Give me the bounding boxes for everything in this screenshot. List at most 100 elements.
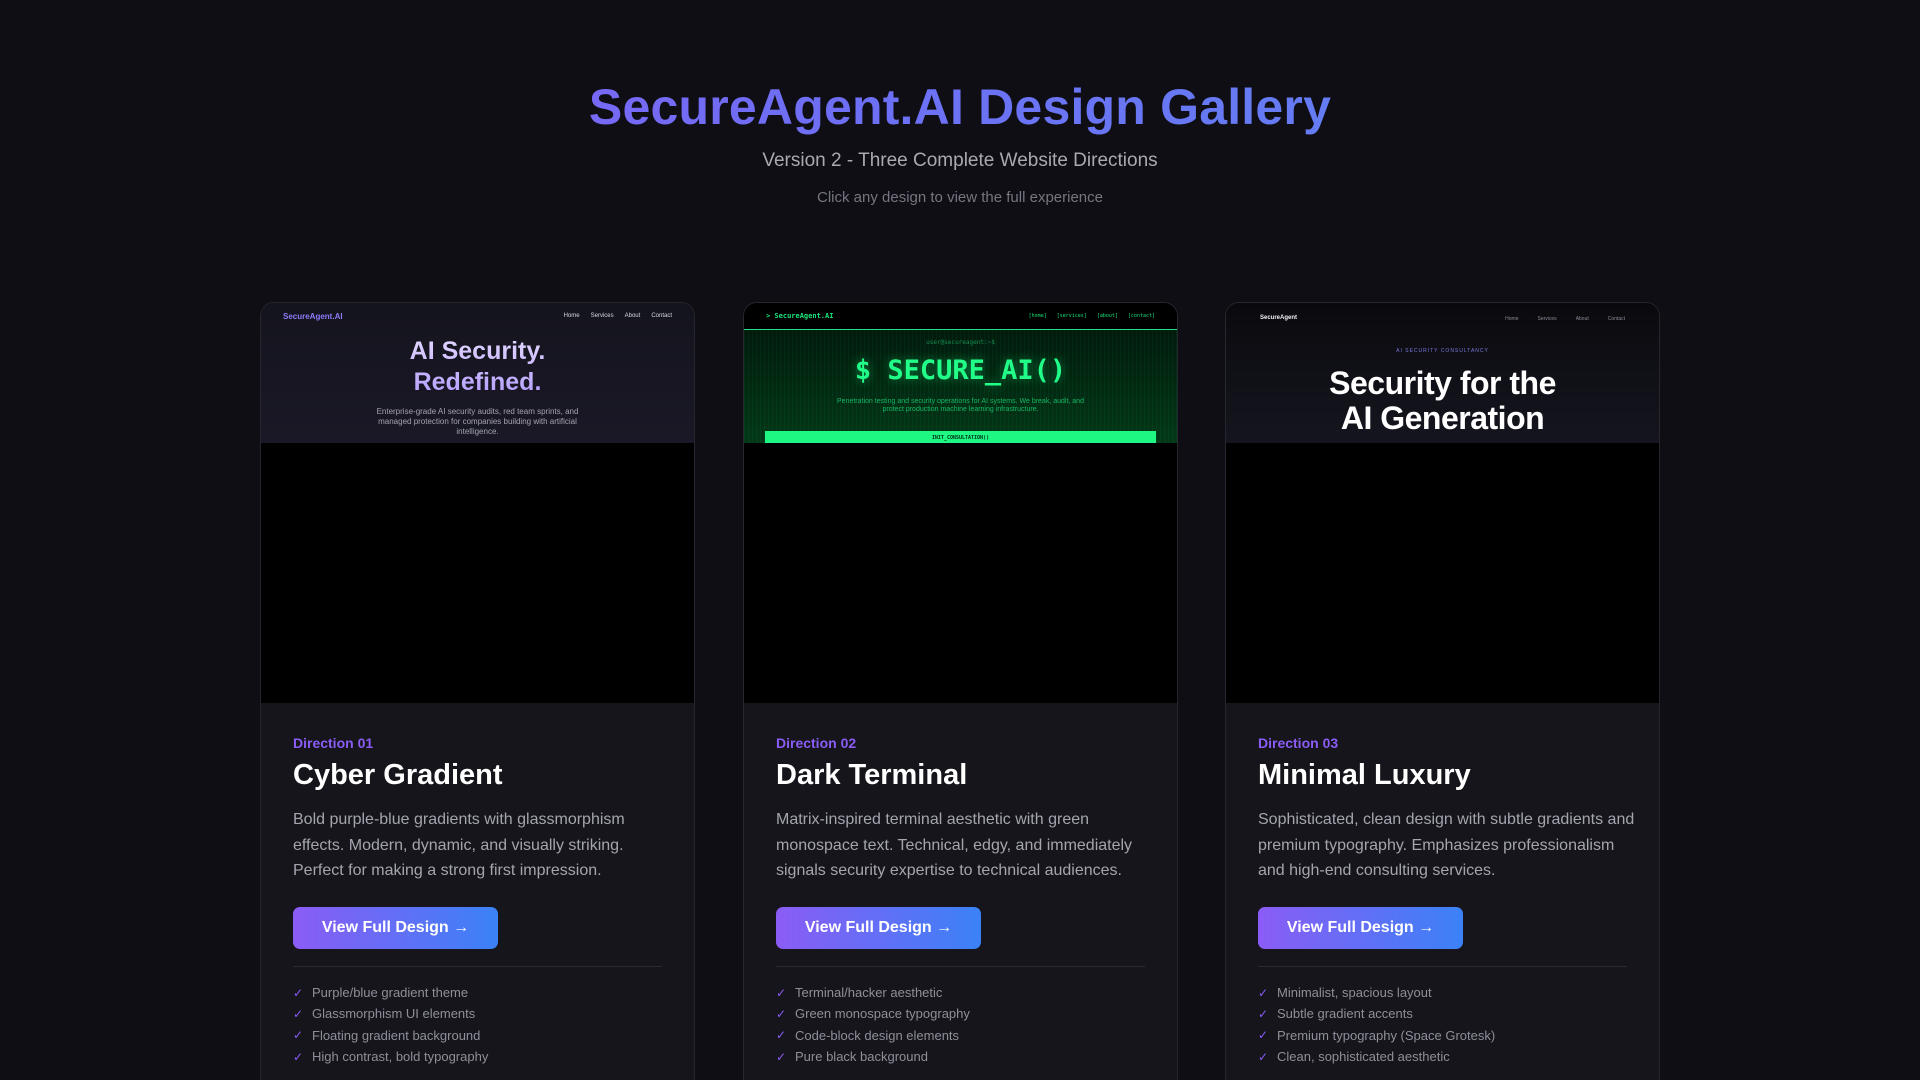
preview-nav-link: [contact] [1127, 313, 1155, 319]
preview-nav-link: Services [590, 313, 614, 319]
view-full-design-button[interactable]: View Full Design → [776, 907, 981, 949]
feature-text: Subtle gradient accents [1277, 1006, 1413, 1022]
preview-nav-link: Home [563, 313, 580, 319]
feature-item: ✓ Subtle gradient accents [1258, 1003, 1627, 1024]
feature-text: Clean, sophisticated aesthetic [1277, 1049, 1450, 1065]
preview-hero-line: AI Security. [409, 337, 546, 365]
check-icon: ✓ [293, 985, 304, 1000]
check-icon: ✓ [1258, 1049, 1269, 1064]
feature-list: ✓ Purple/blue gradient theme ✓ Glassmorphi… [293, 982, 662, 1067]
design-description: Sophisticated, clean design with subtle … [1258, 811, 1635, 879]
preview-nav: > SecureAgent.AI [home] [services] [abou… [744, 303, 1177, 330]
feature-text: High contrast, bold typography [312, 1049, 489, 1065]
divider [776, 966, 1145, 967]
feature-text: Green monospace typography [795, 1006, 970, 1022]
feature-text: Floating gradient background [312, 1027, 481, 1043]
feature-text: Minimalist, spacious layout [1277, 985, 1432, 1001]
design-name: Cyber Gradient [293, 759, 503, 791]
preview-nav-links: Home Services About Contact [564, 313, 672, 319]
preview-terminal-prompt: user@secureagent:~$ [926, 339, 995, 346]
preview-hero-subtitle: Enterprise-grade AI security audits, red… [376, 407, 579, 436]
preview-hero-section: user@secureagent:~$ $ SECURE_AI() Penetr… [744, 330, 1177, 443]
page-subtitle: Version 2 - Three Complete Website Direc… [762, 150, 1158, 171]
divider [293, 966, 662, 967]
preview-logo: SecureAgent [1260, 315, 1298, 321]
direction-label: Direction 02 [776, 735, 857, 751]
feature-text: Pure black background [795, 1049, 928, 1065]
preview-logo: SecureAgent.AI [283, 312, 343, 321]
design-card-cyber-gradient[interactable]: SecureAgent.AI Home Services About Conta… [260, 302, 695, 1080]
check-icon: ✓ [776, 1006, 787, 1021]
design-description: Bold purple-blue gradients with glassmor… [293, 811, 625, 879]
view-full-design-button[interactable]: View Full Design → [293, 907, 498, 949]
design-card-minimal-luxury[interactable]: SecureAgent Home Services About Contact … [1225, 302, 1660, 1080]
feature-text: Purple/blue gradient theme [312, 985, 469, 1001]
design-preview[interactable]: SecureAgent Home Services About Contact … [1226, 303, 1659, 703]
preview-nav-link: Contact [1607, 316, 1625, 322]
check-icon: ✓ [776, 1049, 787, 1064]
preview-nav-link: [about] [1096, 313, 1118, 319]
preview-hero-section: SecureAgent Home Services About Contact … [1226, 303, 1659, 443]
feature-list: ✓ Terminal/hacker aesthetic ✓ Green monosp… [776, 982, 1145, 1067]
preview-nav-link: Contact [651, 313, 672, 319]
preview-nav: SecureAgent Home Services About Contact [1226, 312, 1659, 328]
preview-nav-link: Home [1505, 316, 1519, 322]
page-title: SecureAgent.AI Design Gallery [0, 78, 1920, 136]
design-name: Dark Terminal [776, 759, 968, 791]
preview-cta-button: INIT_CONSULTATION() [765, 431, 1156, 443]
check-icon: ✓ [776, 1028, 787, 1043]
check-icon: ✓ [776, 985, 787, 1000]
preview-hero-line: Security for the [1329, 365, 1556, 401]
preview-nav-link: [services] [1056, 313, 1087, 319]
gallery-page: SecureAgent.AI Design Gallery Version 2 … [0, 0, 1920, 1080]
check-icon: ✓ [1258, 1028, 1269, 1043]
check-icon: ✓ [1258, 985, 1269, 1000]
check-icon: ✓ [293, 1028, 304, 1043]
preview-hero-section: SecureAgent.AI Home Services About Conta… [261, 303, 694, 443]
feature-item: ✓ Floating gradient background [293, 1025, 662, 1046]
preview-logo: > SecureAgent.AI [766, 312, 834, 320]
preview-hero-title: Security for the AI Generation [1226, 366, 1659, 436]
preview-hero-line: Redefined. [413, 368, 542, 396]
direction-label: Direction 03 [1258, 735, 1339, 751]
preview-nav-link: Services [1537, 316, 1557, 322]
feature-text: Code-block design elements [795, 1027, 960, 1043]
design-preview[interactable]: SecureAgent.AI Home Services About Conta… [261, 303, 694, 703]
feature-item: ✓ Premium typography (Space Grotesk) [1258, 1025, 1627, 1046]
design-card-dark-terminal[interactable]: > SecureAgent.AI [home] [services] [abou… [743, 302, 1178, 1080]
preview-nav-links: Home Services About Contact [1505, 316, 1625, 322]
divider [1258, 966, 1627, 967]
preview-hero-subtitle: Penetration testing and security operati… [837, 398, 1084, 413]
design-name: Minimal Luxury [1258, 759, 1471, 791]
design-description: Matrix-inspired terminal aesthetic with … [776, 811, 1133, 879]
feature-text: Terminal/hacker aesthetic [795, 985, 943, 1001]
page-hint: Click any design to view the full experi… [817, 189, 1103, 206]
view-full-design-button[interactable]: View Full Design → [1258, 907, 1463, 949]
feature-item: ✓ Clean, sophisticated aesthetic [1258, 1046, 1627, 1067]
feature-list: ✓ Minimalist, spacious layout ✓ Subtle gra… [1258, 982, 1627, 1067]
feature-item: ✓ Pure black background [776, 1046, 1145, 1067]
preview-nav: SecureAgent.AI Home Services About Conta… [261, 311, 694, 327]
check-icon: ✓ [293, 1049, 304, 1064]
check-icon: ✓ [293, 1006, 304, 1021]
feature-item: ✓ Terminal/hacker aesthetic [776, 982, 1145, 1003]
feature-item: ✓ Code-block design elements [776, 1025, 1145, 1046]
feature-item: ✓ Green monospace typography [776, 1003, 1145, 1024]
preview-eyebrow: AI SECURITY CONSULTANCY [1396, 348, 1489, 354]
preview-hero-title: AI Security. Redefined. [261, 336, 694, 398]
feature-item: ✓ Glassmorphism UI elements [293, 1003, 662, 1024]
preview-nav-link: About [1575, 316, 1589, 322]
feature-item: ✓ Purple/blue gradient theme [293, 982, 662, 1003]
preview-nav-links: [home] [services] [about] [contact] [1029, 313, 1155, 319]
direction-label: Direction 01 [293, 735, 374, 751]
preview-hero-title: $ SECURE_AI() [854, 355, 1067, 386]
feature-item: ✓ Minimalist, spacious layout [1258, 982, 1627, 1003]
preview-nav-link: [home] [1028, 313, 1047, 319]
preview-nav-link: About [624, 313, 641, 319]
preview-hero-line: AI Generation [1340, 400, 1545, 436]
check-icon: ✓ [1258, 1006, 1269, 1021]
design-preview[interactable]: > SecureAgent.AI [home] [services] [abou… [744, 303, 1177, 703]
feature-text: Glassmorphism UI elements [312, 1006, 476, 1022]
feature-text: Premium typography (Space Grotesk) [1277, 1027, 1496, 1043]
feature-item: ✓ High contrast, bold typography [293, 1046, 662, 1067]
